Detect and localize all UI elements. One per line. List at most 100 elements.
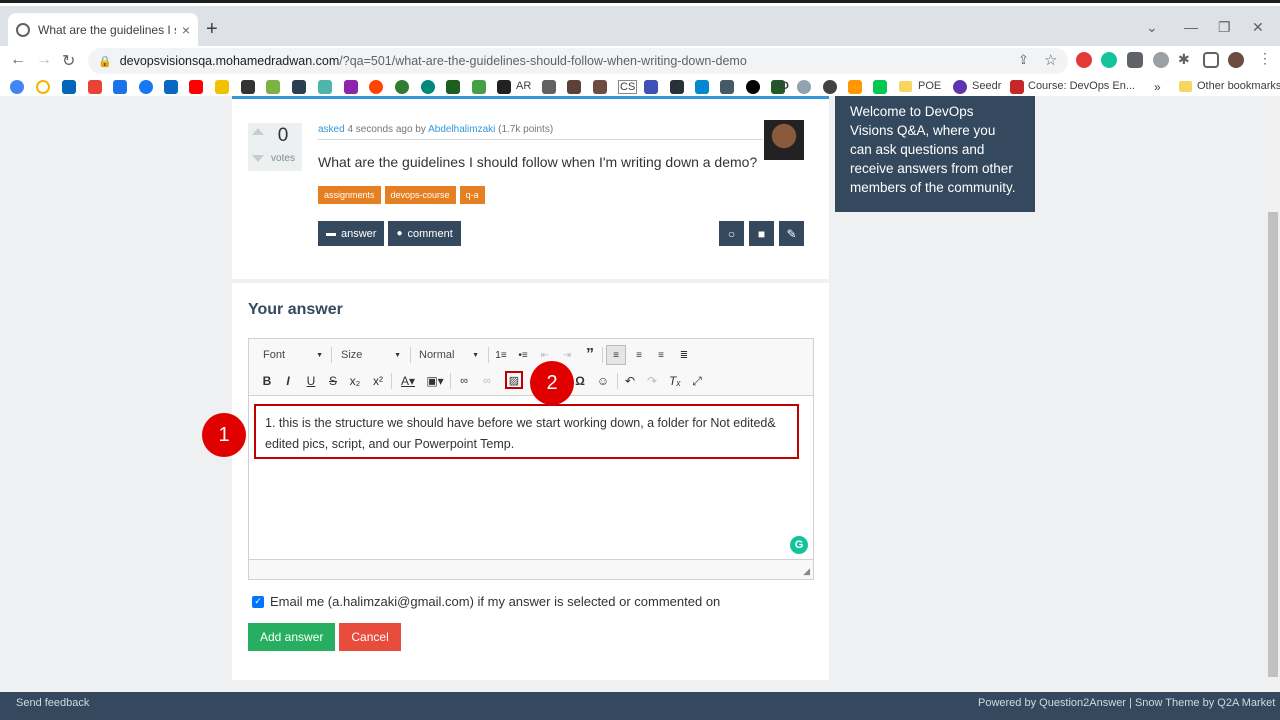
justify-icon[interactable]: ≣ bbox=[674, 345, 694, 365]
linkedin-icon[interactable] bbox=[164, 80, 178, 94]
bookmark-icon[interactable] bbox=[292, 80, 306, 94]
comment-button[interactable]: ● comment bbox=[388, 221, 461, 246]
undo-icon[interactable]: ↶ bbox=[620, 371, 640, 391]
background-color-icon[interactable]: ▣▾ bbox=[423, 371, 447, 391]
bookmark-label[interactable]: POE bbox=[918, 80, 941, 92]
bookmark-label[interactable]: AR bbox=[516, 80, 531, 92]
bookmark-icon[interactable] bbox=[446, 80, 460, 94]
pencil-icon[interactable]: ✎ bbox=[779, 221, 804, 246]
forward-icon[interactable]: → bbox=[36, 51, 52, 69]
resize-handle-icon[interactable]: ◢ bbox=[803, 566, 810, 577]
grammarly-ext-icon[interactable] bbox=[1101, 52, 1117, 68]
close-tab-icon[interactable]: × bbox=[182, 22, 190, 38]
redo-icon[interactable]: ↷ bbox=[642, 371, 662, 391]
link-icon[interactable]: ∞ bbox=[454, 371, 474, 391]
asked-link[interactable]: asked bbox=[318, 124, 345, 135]
blockquote-icon[interactable]: ” bbox=[580, 345, 600, 365]
outlook-icon[interactable] bbox=[62, 80, 76, 94]
bookmark-icon[interactable] bbox=[670, 80, 684, 94]
avatar[interactable] bbox=[764, 120, 804, 160]
reddit-icon[interactable] bbox=[369, 80, 383, 94]
tag-devops-course[interactable]: devops-course bbox=[384, 186, 456, 204]
lock-icon[interactable]: ■ bbox=[749, 221, 774, 246]
address-bar[interactable]: 🔒 devopsvisionsqa.mohamedradwan.com/?qa=… bbox=[88, 48, 1068, 74]
cancel-button[interactable]: Cancel bbox=[339, 623, 401, 651]
bullet-list-icon[interactable]: •≡ bbox=[513, 345, 533, 365]
format-select[interactable]: Normal ▼ bbox=[413, 345, 485, 365]
italic-icon[interactable]: I bbox=[278, 371, 298, 391]
bookmark-icon[interactable] bbox=[395, 80, 409, 94]
numbered-list-icon[interactable]: 1≡ bbox=[491, 345, 511, 365]
bookmark-icon[interactable] bbox=[695, 80, 709, 94]
bookmark-icon[interactable] bbox=[848, 80, 862, 94]
underline-icon[interactable]: U bbox=[301, 371, 321, 391]
bookmark-icon[interactable] bbox=[953, 80, 967, 94]
vote-up-icon[interactable] bbox=[252, 128, 264, 135]
text-color-icon[interactable]: A▾ bbox=[396, 371, 420, 391]
tab-search-icon[interactable]: ⌄ bbox=[1146, 19, 1158, 36]
bookmark-icon[interactable] bbox=[36, 80, 50, 94]
profile-avatar[interactable] bbox=[1228, 52, 1244, 68]
scrollbar-thumb[interactable] bbox=[1268, 212, 1278, 677]
editor-content-area[interactable]: 1. this is the structure we should have … bbox=[249, 396, 813, 559]
remove-format-icon[interactable]: Tₓ bbox=[665, 371, 685, 391]
lightbulb-icon[interactable]: ○ bbox=[719, 221, 744, 246]
strikethrough-icon[interactable]: S bbox=[323, 371, 343, 391]
tag-assignments[interactable]: assignments bbox=[318, 186, 381, 204]
other-bookmarks[interactable]: Other bookmarks bbox=[1197, 80, 1280, 92]
bookmark-icon[interactable] bbox=[421, 80, 435, 94]
bold-icon[interactable]: B bbox=[257, 371, 277, 391]
extension-icon[interactable] bbox=[1127, 52, 1143, 68]
new-tab-button[interactable]: + bbox=[206, 19, 218, 39]
bookmark-icon[interactable] bbox=[593, 80, 607, 94]
author-link[interactable]: Abdelhalimzaki bbox=[428, 124, 495, 135]
bookmark-icon[interactable] bbox=[823, 80, 837, 94]
youtube-icon[interactable] bbox=[189, 80, 203, 94]
bookmark-icon[interactable] bbox=[720, 80, 734, 94]
menu-icon[interactable]: ⋮ bbox=[1258, 50, 1272, 67]
facebook-icon[interactable] bbox=[139, 80, 153, 94]
footer-left[interactable]: Send feedback bbox=[16, 697, 89, 709]
bookmark-icon[interactable] bbox=[497, 80, 511, 94]
trophy-icon[interactable] bbox=[567, 80, 581, 94]
bookmark-icon[interactable] bbox=[215, 80, 229, 94]
reload-icon[interactable]: ↻ bbox=[62, 51, 75, 71]
vote-down-icon[interactable] bbox=[252, 155, 264, 162]
align-left-icon[interactable]: ≡ bbox=[606, 345, 626, 365]
maximize-icon[interactable]: ⤢ bbox=[687, 371, 707, 391]
bookmark-icon[interactable] bbox=[542, 80, 556, 94]
puzzle-icon[interactable]: ✱ bbox=[1178, 51, 1190, 68]
gmail-icon[interactable] bbox=[88, 80, 102, 94]
bookmark-icon[interactable] bbox=[797, 80, 811, 94]
align-center-icon[interactable]: ≡ bbox=[629, 345, 649, 365]
google-icon[interactable] bbox=[10, 80, 24, 94]
font-select[interactable]: Font ▼ bbox=[257, 345, 329, 365]
answer-button[interactable]: ▬ answer bbox=[318, 221, 385, 246]
grammarly-icon[interactable]: G bbox=[790, 536, 808, 554]
subscript-icon[interactable]: x₂ bbox=[345, 371, 365, 391]
bookmark-icon[interactable] bbox=[472, 80, 486, 94]
bookmark-icon[interactable] bbox=[344, 80, 358, 94]
browser-tab[interactable]: What are the guidelines I should × bbox=[8, 13, 198, 46]
smiley-icon[interactable]: ☺ bbox=[593, 371, 613, 391]
adblock-icon[interactable] bbox=[1076, 52, 1092, 68]
bookmark-icon[interactable] bbox=[318, 80, 332, 94]
bookmark-icon[interactable] bbox=[1010, 80, 1024, 94]
minimize-button[interactable]: — bbox=[1184, 19, 1198, 35]
bookmark-icon[interactable] bbox=[746, 80, 760, 94]
star-icon[interactable]: ☆ bbox=[1044, 51, 1057, 69]
bookmark-icon[interactable] bbox=[266, 80, 280, 94]
bookmark-icon[interactable] bbox=[113, 80, 127, 94]
bookmark-label[interactable]: HD bbox=[773, 80, 789, 92]
bookmark-label[interactable]: Course: DevOps En... bbox=[1028, 80, 1135, 92]
share-icon[interactable]: ⇪ bbox=[1018, 52, 1029, 68]
more-bookmarks-icon[interactable]: » bbox=[1154, 80, 1161, 94]
size-select[interactable]: Size ▼ bbox=[335, 345, 407, 365]
extension-icon[interactable] bbox=[1153, 52, 1169, 68]
bookmark-icon[interactable] bbox=[873, 80, 887, 94]
superscript-icon[interactable]: x² bbox=[368, 371, 388, 391]
bookmark-label[interactable]: Seedr bbox=[972, 80, 1001, 92]
restore-button[interactable]: ❐ bbox=[1218, 19, 1231, 36]
align-right-icon[interactable]: ≡ bbox=[651, 345, 671, 365]
bookmark-icon[interactable] bbox=[241, 80, 255, 94]
